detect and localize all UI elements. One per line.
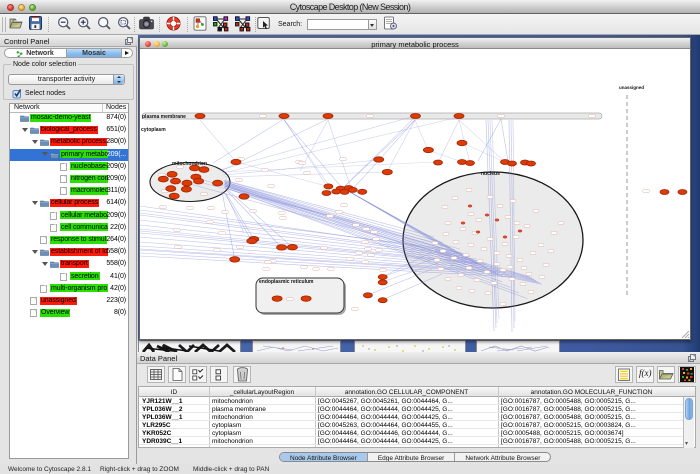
svg-text:plasma membrane: plasma membrane: [142, 114, 186, 120]
svg-text:cytoplasm: cytoplasm: [141, 127, 166, 133]
svg-text:nucleus: nucleus: [481, 171, 500, 177]
svg-text:unassigned: unassigned: [619, 85, 644, 90]
svg-text:endoplasmic reticulum: endoplasmic reticulum: [259, 279, 314, 285]
